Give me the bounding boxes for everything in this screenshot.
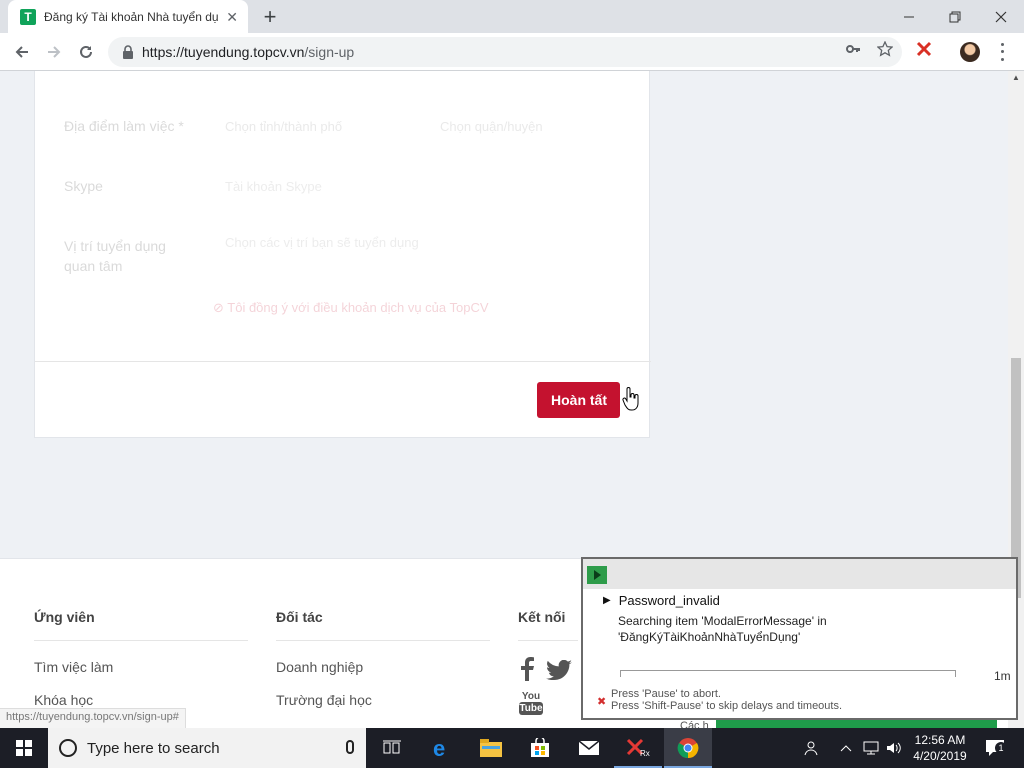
footer-link-find-jobs[interactable]: Tìm việc làm (34, 659, 113, 675)
test-tool-taskbar-icon[interactable]: Rx (614, 728, 662, 768)
taskbar-search[interactable]: Type here to search (48, 728, 366, 768)
scroll-up-arrow-icon[interactable]: ▲ (1008, 73, 1024, 85)
profile-avatar[interactable] (960, 42, 980, 62)
terms-check-icon: ⊘ (213, 300, 228, 315)
url-path: /sign-up (304, 44, 355, 60)
file-explorer-icon[interactable] (467, 728, 515, 768)
footer-link-courses[interactable]: Khóa học (34, 692, 93, 708)
task-view-icon[interactable] (368, 728, 416, 768)
network-icon[interactable] (862, 728, 880, 768)
runner-header (583, 559, 1016, 589)
form-fields-area: Địa điểm làm việc * Chọn tỉnh/thành phố … (35, 71, 651, 361)
microphone-icon[interactable] (346, 740, 354, 754)
location-label: Địa điểm làm việc * (64, 118, 184, 134)
windows-logo-icon (16, 740, 32, 756)
expand-triangle-icon: ▶ (603, 595, 611, 606)
runner-test-item[interactable]: ▶ Password_invalid (603, 593, 720, 608)
bookmark-star-icon[interactable] (876, 40, 894, 58)
taskbar-search-placeholder: Type here to search (87, 739, 220, 757)
position-input[interactable]: Chọn các vị trí bạn sẽ tuyển dụng (225, 235, 419, 250)
browser-toolbar: https://tuyendung.topcv.vn/sign-up (0, 33, 1024, 71)
submit-button[interactable]: Hoàn tất (537, 382, 620, 418)
runner-time: 1m (994, 669, 1011, 683)
twitter-icon[interactable] (546, 660, 572, 680)
terms-checkbox[interactable]: ⊘ Tôi đồng ý với điều khoản dịch vụ của … (213, 300, 489, 316)
runner-hint-line-1: Press 'Pause' to abort. (611, 688, 721, 700)
reload-button[interactable] (72, 38, 100, 66)
tray-overflow-chevron-icon[interactable] (838, 728, 854, 768)
browser-tab[interactable]: T Đăng ký Tài khoản Nhà tuyển dụ ✕ (8, 0, 248, 33)
green-banner-strip (716, 720, 997, 728)
skype-label: Skype (64, 178, 103, 194)
url-text: https://tuyendung.topcv.vn/sign-up (142, 44, 354, 60)
district-select[interactable]: Chọn quận/huyện (440, 119, 543, 134)
svg-text:Rx: Rx (640, 749, 650, 758)
new-tab-button[interactable]: + (258, 6, 282, 30)
lock-icon (123, 45, 133, 59)
key-icon[interactable] (844, 40, 862, 58)
clock-date: 4/20/2019 (913, 749, 967, 763)
extension-icon[interactable] (915, 40, 933, 58)
tab-title: Đăng ký Tài khoản Nhà tuyển dụ (44, 9, 219, 24)
search-icon (59, 739, 77, 757)
test-runner-panel: ▶ Password_invalid Searching item 'Modal… (581, 557, 1018, 720)
facebook-icon[interactable] (520, 657, 534, 681)
footer-divider (276, 640, 490, 641)
volume-icon[interactable] (884, 728, 904, 768)
terms-prefix: Tôi đồng ý với (227, 300, 310, 315)
runner-error-icon: ✖ (597, 696, 607, 708)
mail-icon[interactable] (565, 728, 613, 768)
address-bar[interactable]: https://tuyendung.topcv.vn/sign-up (108, 37, 902, 67)
notification-count: 1 (995, 742, 1007, 754)
runner-play-icon[interactable] (587, 566, 607, 584)
youtube-top-text: You (521, 691, 541, 702)
footer-link-business[interactable]: Doanh nghiệp (276, 659, 363, 675)
store-icon[interactable] (516, 728, 564, 768)
link-status-bar: https://tuyendung.topcv.vn/sign-up# (0, 708, 186, 728)
notification-center-icon[interactable]: 1 (980, 728, 1010, 768)
hand-cursor-icon (622, 387, 639, 411)
runner-hint-line-2: Press 'Shift-Pause' to skip delays and t… (611, 700, 843, 712)
edge-browser-icon[interactable]: e (418, 728, 466, 768)
url-host: https://tuyendung.topcv.vn (142, 44, 305, 60)
tab-close-icon[interactable]: ✕ (224, 9, 240, 25)
svg-text:e: e (433, 737, 445, 759)
chrome-taskbar-icon[interactable] (664, 728, 712, 768)
windows-taskbar: Type here to search e Rx 12:56 AM 4/20/2… (0, 728, 1024, 768)
footer-divider (518, 640, 578, 641)
footer-link-university[interactable]: Trường đại học (276, 692, 372, 708)
runner-hint: Press 'Pause' to abort. Press 'Shift-Pau… (611, 688, 842, 712)
footer-connect-title: Kết nối (518, 609, 566, 625)
topcv-favicon-icon: T (20, 8, 36, 25)
back-button[interactable] (8, 38, 36, 66)
skype-input[interactable]: Tài khoản Skype (225, 179, 322, 194)
runner-status-text: Searching item 'ModalErrorMessage' in 'Đ… (618, 613, 878, 645)
start-button[interactable] (0, 728, 48, 768)
close-window-button[interactable] (978, 0, 1024, 33)
youtube-icon[interactable]: You Tube (519, 691, 543, 715)
terms-suffix: vụ của TopCV (407, 300, 489, 315)
runner-test-name: Password_invalid (618, 593, 720, 608)
footer-candidate-title: Ứng viên (34, 609, 95, 625)
taskbar-clock[interactable]: 12:56 AM 4/20/2019 (908, 732, 972, 764)
forward-button[interactable] (40, 38, 68, 66)
people-icon[interactable] (800, 728, 824, 768)
position-label: Vị trí tuyển dụng quan tâm (64, 238, 166, 274)
runner-status-line-2: 'ĐăngKýTàiKhoảnNhàTuyểnDụng' (618, 630, 801, 644)
restore-button[interactable] (932, 0, 978, 33)
terms-link[interactable]: điều khoản dịch (313, 300, 404, 315)
youtube-bottom-text: Tube (519, 702, 543, 715)
footer-partner-title: Đối tác (276, 609, 323, 625)
runner-progress-bar (620, 670, 956, 677)
minimize-button[interactable] (886, 0, 932, 33)
card-divider (35, 361, 651, 362)
footer-divider (34, 640, 248, 641)
runner-status-line-1: Searching item 'ModalErrorMessage' in (618, 614, 827, 628)
city-select[interactable]: Chọn tỉnh/thành phố (225, 119, 342, 134)
browser-tab-strip: T Đăng ký Tài khoản Nhà tuyển dụ ✕ + (0, 0, 1024, 33)
browser-menu-icon[interactable] (994, 41, 1010, 63)
signup-form-card: Địa điểm làm việc * Chọn tỉnh/thành phố … (34, 71, 651, 438)
clock-time: 12:56 AM (914, 733, 966, 747)
